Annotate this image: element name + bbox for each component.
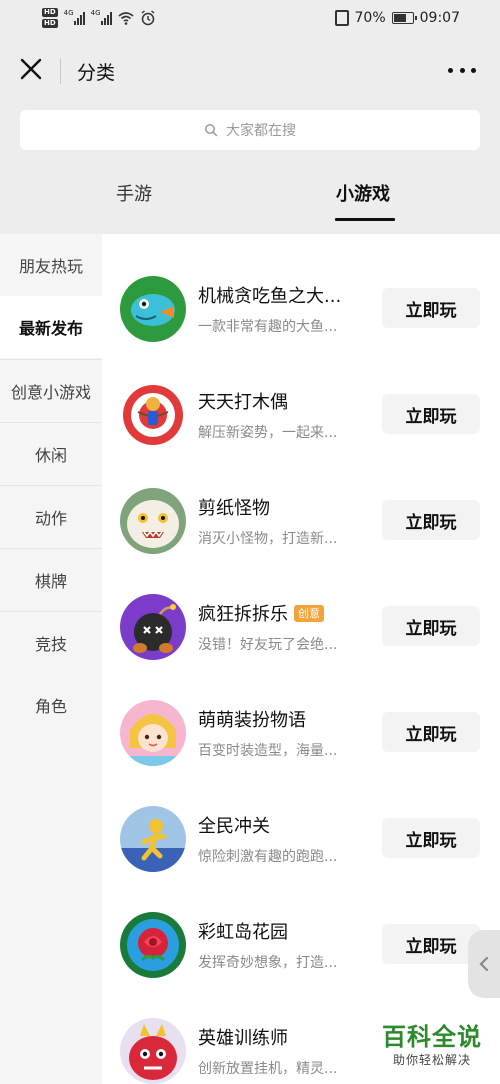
game-desc: 解压新姿势，一起来...	[198, 425, 338, 441]
more-icon[interactable]	[448, 60, 476, 80]
game-desc: 发挥奇妙想象，打造...	[198, 955, 338, 971]
bomb-game-icon	[120, 594, 186, 660]
monster-game-icon	[120, 488, 186, 554]
game-desc: 没错！好友玩了会绝...	[198, 637, 338, 653]
category-sidebar: 朋友热玩 最新发布 创意小游戏 休闲 动作 棋牌 竞技 角色	[0, 234, 102, 1084]
play-button[interactable]: 立即玩	[382, 606, 480, 646]
sidebar-item-board[interactable]: 棋牌	[0, 549, 102, 611]
game-desc: 消灭小怪物，打造新...	[198, 531, 338, 547]
list-item[interactable]: 天天打木偶 解压新姿势，一起来... 立即玩	[102, 340, 500, 448]
play-button[interactable]: 立即玩	[382, 394, 480, 434]
list-item[interactable]: 疯狂拆拆乐 创意 没错！好友玩了会绝... 立即玩	[102, 552, 500, 660]
wifi-icon	[118, 12, 134, 25]
game-desc: 一款非常有趣的大鱼...	[198, 319, 338, 335]
search-icon	[205, 124, 218, 137]
list-item[interactable]: 机械贪吃鱼之大... 一款非常有趣的大鱼... 立即玩	[102, 234, 500, 342]
rose-game-icon	[120, 912, 186, 978]
alarm-icon	[141, 10, 155, 26]
game-name: 萌萌装扮物语	[198, 710, 306, 731]
hd-badge: HD	[42, 19, 58, 28]
sidebar-item-casual[interactable]: 休闲	[0, 423, 102, 485]
active-tab-indicator	[335, 218, 395, 221]
status-bar: HD HD 4G 4G 70% 09:07	[0, 0, 500, 40]
play-button[interactable]: 立即玩	[382, 712, 480, 752]
play-button[interactable]: 立即玩	[382, 288, 480, 328]
status-left: HD HD 4G 4G	[42, 8, 156, 28]
clock: 09:07	[419, 10, 460, 26]
signal-icon: 4G	[64, 9, 85, 25]
sidebar-item-competitive[interactable]: 竞技	[0, 612, 102, 674]
play-button[interactable]: 立即玩	[382, 924, 480, 964]
nav-divider	[60, 58, 61, 84]
battery-percent: 70%	[354, 10, 386, 26]
list-item[interactable]: 彩虹岛花园 发挥奇妙想象，打造... 立即玩	[102, 870, 500, 978]
chevron-left-icon	[479, 956, 489, 972]
tab-mobile-games[interactable]: 手游	[116, 180, 152, 206]
hd-badge: HD	[42, 8, 58, 17]
play-button[interactable]: 立即玩	[382, 818, 480, 858]
runner-game-icon	[120, 806, 186, 872]
puppet-game-icon	[120, 382, 186, 448]
list-item[interactable]: 全民冲关 惊险刺激有趣的跑跑... 立即玩	[102, 764, 500, 872]
search-input[interactable]: 大家都在搜	[20, 110, 480, 150]
page-title: 分类	[77, 62, 116, 84]
status-right: 70% 09:07	[334, 10, 460, 26]
nav-bar: 分类	[0, 40, 500, 102]
game-desc: 百变时装造型，海量...	[198, 743, 338, 759]
close-icon[interactable]	[18, 56, 44, 82]
hero-game-icon	[120, 1018, 186, 1084]
game-desc: 创新放置挂机，精灵...	[198, 1061, 338, 1077]
sidebar-item-action[interactable]: 动作	[0, 486, 102, 548]
signal-icon: 4G	[91, 9, 112, 25]
dressup-game-icon	[120, 700, 186, 766]
watermark-subtitle: 助你轻松解决	[392, 1053, 471, 1067]
game-name: 机械贪吃鱼之大...	[198, 286, 342, 307]
game-name: 剪纸怪物	[198, 498, 270, 519]
hd-badges: HD HD	[42, 8, 58, 28]
play-button[interactable]: 立即玩	[382, 500, 480, 540]
game-name: 疯狂拆拆乐 创意	[198, 600, 324, 626]
list-item[interactable]: 萌萌装扮物语 百变时装造型，海量... 立即玩	[102, 658, 500, 766]
tab-bar: 手游 小游戏	[0, 170, 500, 232]
edge-handle[interactable]	[468, 930, 500, 998]
creative-badge: 创意	[294, 604, 324, 622]
tab-mini-games[interactable]: 小游戏	[336, 180, 390, 206]
game-name: 英雄训练师	[198, 1028, 288, 1049]
watermark: 百科全说 助你轻松解决	[376, 1022, 488, 1068]
sidebar-item-role[interactable]: 角色	[0, 674, 102, 736]
watermark-title: 百科全说	[382, 1023, 482, 1051]
game-name: 天天打木偶	[198, 392, 288, 413]
search-placeholder: 大家都在搜	[226, 123, 296, 139]
fish-game-icon	[120, 276, 186, 342]
game-name: 全民冲关	[198, 816, 270, 837]
sidebar-item-friends-hot[interactable]: 朋友热玩	[0, 234, 102, 296]
vibrate-icon	[334, 10, 349, 26]
list-item[interactable]: 剪纸怪物 消灭小怪物，打造新... 立即玩	[102, 446, 500, 554]
game-list: 机械贪吃鱼之大... 一款非常有趣的大鱼... 立即玩 天天打木偶 解压新姿势，…	[102, 234, 500, 1084]
battery-icon	[391, 12, 417, 24]
sidebar-item-latest[interactable]: 最新发布	[0, 296, 102, 358]
sidebar-item-creative[interactable]: 创意小游戏	[0, 360, 102, 422]
game-desc: 惊险刺激有趣的跑跑...	[198, 849, 338, 865]
game-name: 彩虹岛花园	[198, 922, 288, 943]
